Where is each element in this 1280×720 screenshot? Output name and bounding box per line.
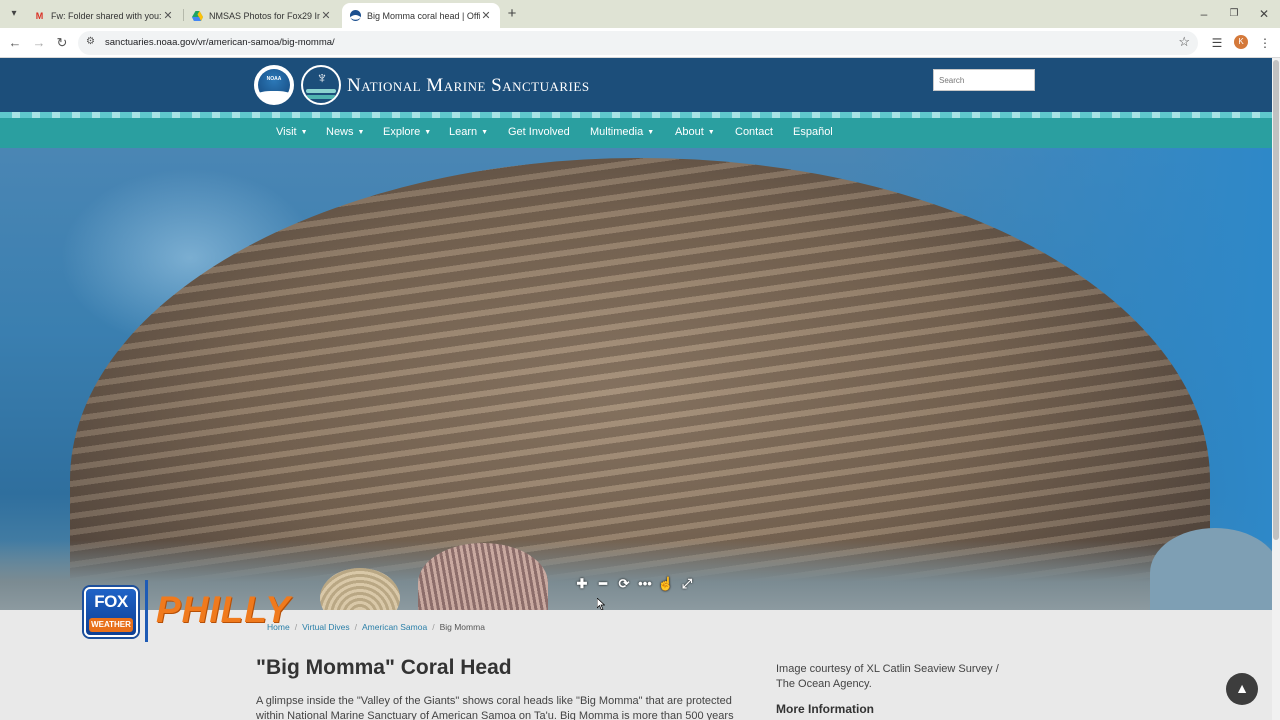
browser-tab-drive[interactable]: NMSAS Photos for Fox29 Interview ✕	[184, 3, 340, 28]
nav-label: Get Involved	[508, 126, 570, 138]
nav-espanol[interactable]: Español	[793, 126, 833, 138]
image-credit: Image courtesy of XL Catlin Seaview Surv…	[776, 663, 999, 690]
site-header: NOAA ♆ National Marine Sanctuaries	[0, 58, 1272, 112]
zoom-in-icon[interactable]: ✚	[573, 574, 591, 594]
new-tab-icon[interactable]: +	[505, 6, 519, 22]
nav-label: Contact	[735, 126, 773, 138]
caret-down-icon: ▼	[424, 129, 432, 136]
tab-title: Big Momma coral head | Office of Nationa…	[367, 10, 480, 21]
bookmark-star-icon[interactable]: ☆	[1178, 34, 1190, 50]
more-icon[interactable]: •••	[636, 574, 654, 594]
browser-tab-gmail[interactable]: M Fw: Folder shared with you: "NMSAS Pho…	[26, 3, 182, 28]
restore-icon[interactable]: ❐	[1226, 6, 1242, 22]
breadcrumb-virtual-dives[interactable]: Virtual Dives	[302, 622, 350, 632]
nav-label: News	[326, 126, 354, 138]
nav-contact[interactable]: Contact	[735, 126, 773, 138]
back-icon[interactable]: ←	[6, 34, 24, 52]
reef-rock	[1150, 528, 1272, 610]
browser-tab-active[interactable]: Big Momma coral head | Office of Nationa…	[342, 3, 500, 28]
minimize-icon[interactable]: –	[1196, 6, 1212, 22]
nav-learn[interactable]: Learn ▼	[449, 126, 488, 138]
nav-news[interactable]: News ▼	[326, 126, 364, 138]
tab-search-icon[interactable]: ▾	[6, 6, 22, 22]
reading-list-icon[interactable]: ☰	[1208, 34, 1226, 52]
nav-label: Visit	[276, 126, 297, 138]
nav-label: Español	[793, 126, 833, 138]
nav-label: Multimedia	[590, 126, 644, 138]
site-search-input[interactable]	[933, 69, 1035, 91]
browser-toolbar: ← → ↻ ⚙ sanctuaries.noaa.gov/vr/american…	[0, 28, 1280, 58]
close-icon[interactable]: ✕	[480, 9, 492, 22]
caret-down-icon: ▼	[357, 129, 365, 136]
mouse-cursor-icon	[597, 598, 605, 610]
close-icon[interactable]: ✕	[320, 9, 332, 22]
breadcrumb-american-samoa[interactable]: American Samoa	[362, 622, 427, 632]
browser-tabstrip: ▾ M Fw: Folder shared with you: "NMSAS P…	[0, 0, 1280, 28]
reload-icon[interactable]: ↻	[53, 34, 71, 52]
tab-title: Fw: Folder shared with you: "NMSAS Photo…	[51, 10, 162, 21]
sanctuaries-whale-tail-logo[interactable]: ♆	[301, 65, 341, 105]
tab-title: NMSAS Photos for Fox29 Interview	[209, 10, 320, 21]
philly-watermark: PHILLY	[156, 589, 291, 630]
address-url[interactable]: sanctuaries.noaa.gov/vr/american-samoa/b…	[105, 37, 335, 48]
nav-label: Explore	[383, 126, 421, 138]
caret-down-icon: ▼	[707, 129, 715, 136]
drive-icon	[192, 10, 203, 21]
forward-icon[interactable]: →	[30, 34, 48, 52]
nav-explore[interactable]: Explore ▼	[383, 126, 431, 138]
nav-label: About	[675, 126, 704, 138]
chevron-up-icon: ▲	[1235, 680, 1249, 696]
rotate-icon[interactable]: ⟳	[615, 574, 633, 594]
more-information-heading: More Information	[776, 702, 874, 716]
close-icon[interactable]: ✕	[162, 9, 174, 22]
weather-logo-text: WEATHER	[89, 618, 133, 632]
nav-get-involved[interactable]: Get Involved	[508, 126, 570, 138]
window-close-icon[interactable]: ✕	[1256, 6, 1272, 22]
nav-multimedia[interactable]: Multimedia ▼	[590, 126, 654, 138]
fullscreen-icon[interactable]: ⤢	[678, 574, 696, 594]
nav-about[interactable]: About ▼	[675, 126, 715, 138]
page-title: "Big Momma" Coral Head	[256, 656, 512, 679]
profile-avatar[interactable]: K	[1234, 35, 1248, 49]
chrome-menu-icon[interactable]: ⋮	[1256, 34, 1274, 52]
gmail-icon: M	[35, 10, 44, 21]
fox-weather-logo: FOX WEATHER	[84, 587, 138, 637]
fox-logo-text: FOX	[94, 592, 128, 611]
noaa-logo-text: NOAA	[266, 76, 282, 82]
noaa-icon	[350, 10, 361, 21]
main-nav: Visit ▼ News ▼ Explore ▼ Learn ▼ Get Involve…	[0, 118, 1272, 148]
site-title[interactable]: National Marine Sanctuaries	[347, 75, 590, 97]
site-info-icon[interactable]: ⚙	[86, 36, 95, 47]
back-to-top-button[interactable]: ▲	[1226, 673, 1258, 705]
caret-down-icon: ▼	[481, 129, 489, 136]
breadcrumb: Home / Virtual Dives / American Samoa / Big Mo…	[267, 622, 485, 632]
scrollbar-thumb[interactable]	[1273, 60, 1279, 540]
caret-down-icon: ▼	[300, 129, 308, 136]
watermark-divider	[145, 580, 148, 642]
caret-down-icon: ▼	[647, 129, 655, 136]
zoom-out-icon[interactable]: ━	[594, 574, 612, 594]
noaa-logo[interactable]: NOAA	[254, 65, 294, 105]
coral-panorama-viewer[interactable]	[0, 148, 1272, 610]
nav-visit[interactable]: Visit ▼	[276, 126, 308, 138]
address-bar[interactable]: ⚙ sanctuaries.noaa.gov/vr/american-samoa…	[78, 31, 1198, 55]
gyroscope-icon[interactable]: ☝	[657, 574, 675, 594]
panorama-controls: ✚ ━ ⟳ ••• ☝ ⤢	[573, 574, 696, 594]
breadcrumb-current: Big Momma	[439, 622, 485, 632]
nav-label: Learn	[449, 126, 478, 138]
intro-paragraph: A glimpse inside the "Valley of the Gian…	[256, 695, 734, 720]
